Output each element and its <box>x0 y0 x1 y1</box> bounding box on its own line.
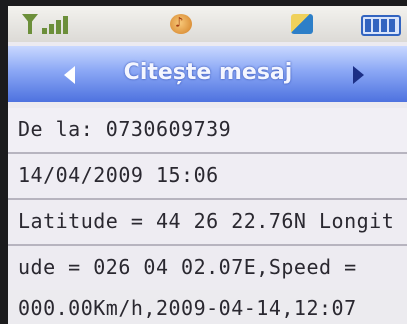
sender-text: De la: 0730609739 <box>18 117 232 141</box>
message-text-2: ude = 026 04 02.07E,Speed = <box>18 255 357 279</box>
sim-card-icon <box>291 14 313 34</box>
message-line: 000.00Km/h,2009-04-14,12:07 <box>8 290 407 324</box>
phone-screen: Citește mesaj De la: 0730609739 14/04/20… <box>8 6 407 324</box>
battery-icon <box>361 15 401 36</box>
signal-strength-icon <box>22 12 82 34</box>
status-bar <box>8 6 407 42</box>
title-bar: Citește mesaj <box>8 46 407 102</box>
sender-row: De la: 0730609739 <box>8 108 407 154</box>
message-line: ude = 026 04 02.07E,Speed = <box>8 246 407 292</box>
datetime-row: 14/04/2009 15:06 <box>8 154 407 200</box>
alarm-icon <box>170 14 192 34</box>
datetime-text: 14/04/2009 15:06 <box>18 163 219 187</box>
next-message-arrow-icon[interactable] <box>353 66 364 84</box>
message-line: Latitude = 44 26 22.76N Longit <box>8 200 407 246</box>
page-title: Citește mesaj <box>123 60 293 85</box>
message-text-3: 000.00Km/h,2009-04-14,12:07 <box>18 296 357 320</box>
message-text-1: Latitude = 44 26 22.76N Longit <box>18 209 395 233</box>
previous-message-arrow-icon[interactable] <box>64 66 75 84</box>
